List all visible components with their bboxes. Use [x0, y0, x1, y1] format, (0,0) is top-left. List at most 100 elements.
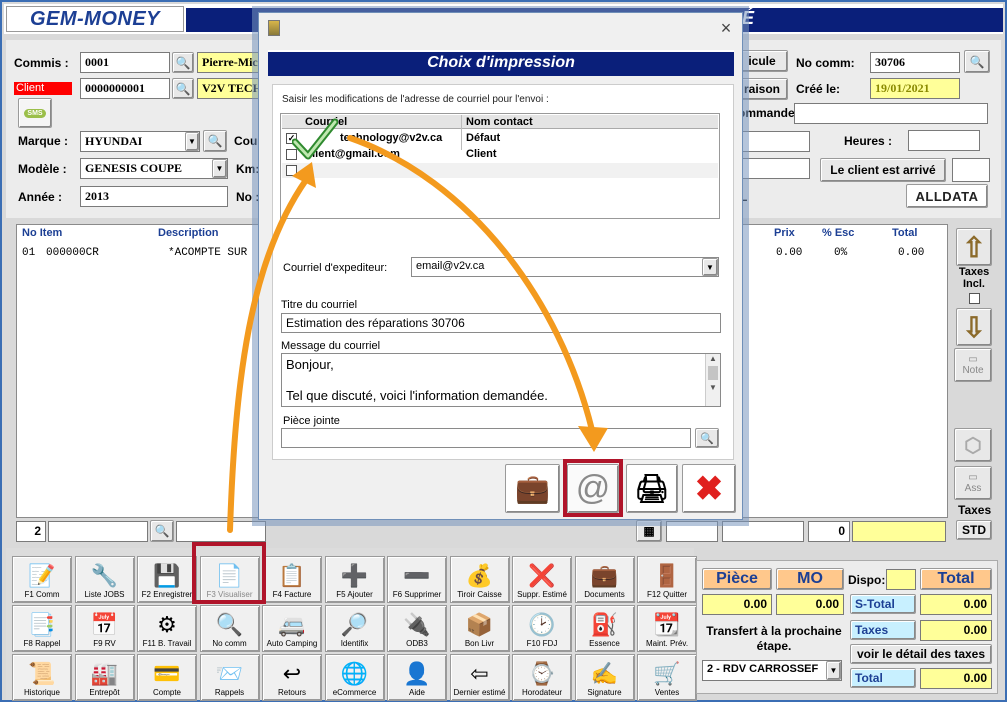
note-button[interactable]: ▭ Note	[954, 348, 992, 382]
toolbar-button-f4-facture[interactable]: 📋 F4 Facture	[262, 556, 322, 603]
toolbar-button-essence[interactable]: ⛽ Essence	[574, 605, 635, 652]
toolbar-button-f5-ajouter[interactable]: ➕ F5 Ajouter	[324, 556, 385, 603]
toolbar-button-f6-supprimer[interactable]: ➖ F6 Supprimer	[387, 556, 447, 603]
attachment-input[interactable]	[281, 428, 691, 448]
toolbar-button-tiroir-caisse[interactable]: 💰 Tiroir Caisse	[449, 556, 510, 603]
marque-select[interactable]: HYUNDAI	[80, 131, 200, 152]
move-up-button[interactable]: ⇧	[956, 228, 992, 266]
toolbar-button-f2-enregistrer[interactable]: 💾 F2 Enregistrer	[137, 556, 197, 603]
toolbar-button-liste-jobs[interactable]: 🔧 Liste JOBS	[74, 556, 135, 603]
modele-select[interactable]: GENESIS COUPE	[80, 158, 228, 179]
toolbar-button-ecommerce[interactable]: 🌐 eCommerce	[324, 654, 385, 701]
toolbar-button-aide[interactable]: 👤 Aide	[387, 654, 447, 701]
item-code-entry[interactable]	[48, 521, 148, 542]
heures-field[interactable]	[908, 130, 980, 151]
description-entry[interactable]	[176, 521, 266, 542]
toolbar-button-historique[interactable]: 📜 Historique	[12, 654, 72, 701]
toolbar-button-documents[interactable]: 💼 Documents	[574, 556, 635, 603]
toolbar-button-suppr-estim[interactable]: ❌ Suppr. Estimé	[512, 556, 572, 603]
toolbar-button-label: Suppr. Estimé	[517, 590, 567, 599]
toolbar-button-rappels[interactable]: 📨 Rappels	[199, 654, 260, 701]
col-total: Total	[892, 227, 918, 239]
etape-select[interactable]: 2 - RDV CARROSSEF	[702, 660, 842, 681]
commande-field[interactable]	[794, 103, 988, 124]
toolbar-button-f11-b-travail[interactable]: ⚙ F11 B. Travail	[137, 605, 197, 652]
attachment-browse-button[interactable]: 🔍	[695, 428, 719, 448]
toolbar-button-ventes[interactable]: 🛒 Ventes	[637, 654, 697, 701]
document-icon: ▭	[968, 472, 978, 483]
ass-button[interactable]: ▭ Ass	[954, 466, 992, 500]
coul-field[interactable]	[738, 131, 810, 152]
no-comm-search-button[interactable]: 🔍	[964, 50, 990, 73]
item-search-button[interactable]: 🔍	[150, 520, 174, 542]
tire-button[interactable]: ▦	[636, 520, 662, 542]
document-case-button[interactable]: 💼	[505, 464, 560, 513]
modele-label: Modèle :	[18, 162, 67, 176]
move-down-button[interactable]: ⇩	[956, 308, 992, 346]
commis-name-field: Pierre-Mic	[197, 52, 263, 73]
tire-icon: ▦	[643, 524, 655, 538]
toolbar-button-f1-comm[interactable]: 📝 F1 Comm	[12, 556, 72, 603]
subject-input[interactable]: Estimation des réparations 30706	[281, 313, 721, 333]
dialog-app-icon	[268, 20, 280, 36]
toolbar-button-identifix[interactable]: 🔎 Identifix	[324, 605, 385, 652]
km-field[interactable]	[738, 158, 810, 179]
toolbar-button-entrep-t[interactable]: 🏭 Entrepôt	[74, 654, 135, 701]
taxes-incl-checkbox[interactable]	[969, 293, 980, 304]
search-icon: 🔍	[700, 432, 714, 445]
commis-search-button[interactable]: 🔍	[172, 52, 194, 73]
back-arrow-icon: ⇦	[470, 660, 489, 686]
marque-search-button[interactable]: 🔍	[203, 130, 227, 152]
toolbar-button-f10-fdj[interactable]: 🕑 F10 FDJ	[512, 605, 572, 652]
toolbar-button-no-comm[interactable]: 🔍 No comm	[199, 605, 260, 652]
toolbar-button-f9-rv[interactable]: 📅 F9 RV	[74, 605, 135, 652]
client-search-button[interactable]: 🔍	[172, 78, 194, 99]
cash-drawer-icon: 💰	[465, 562, 494, 588]
email-checkbox[interactable]	[286, 165, 297, 176]
message-textarea[interactable]: Bonjour, Tel que discuté, voici l'inform…	[281, 353, 721, 407]
hex-button[interactable]: ⬡	[954, 428, 992, 462]
email-row[interactable]	[282, 163, 718, 178]
esc-entry[interactable]	[722, 521, 804, 542]
email-row[interactable]: ✓ technology@v2v.ca Défaut	[282, 131, 718, 146]
toolbar-button-horodateur[interactable]: ⌚ Horodateur	[512, 654, 572, 701]
toolbar-button-maint-pr-v[interactable]: 📆 Maint. Prév.	[637, 605, 697, 652]
toolbar-button-f12-quitter[interactable]: 🚪 F12 Quitter	[637, 556, 697, 603]
toolbar-button-retours[interactable]: ↩ Retours	[262, 654, 322, 701]
alldata-button[interactable]: ALLDATA	[906, 184, 988, 208]
toolbar-button-signature[interactable]: ✍ Signature	[574, 654, 635, 701]
sender-select[interactable]: email@v2v.ca	[411, 257, 719, 277]
dialog-close-button[interactable]: ×	[716, 18, 736, 38]
commis-code-field[interactable]: 0001	[80, 52, 170, 73]
toolbar-button-compte[interactable]: 💳 Compte	[137, 654, 197, 701]
livraison-button[interactable]: raison	[736, 78, 788, 100]
std-button[interactable]: STD	[956, 520, 992, 540]
scroll-thumb[interactable]	[708, 366, 718, 380]
toolbar-button-f8-rappel[interactable]: 📑 F8 Rappel	[12, 605, 72, 652]
magnifier-icon: 🔍	[215, 611, 244, 637]
no-comm-field[interactable]: 30706	[870, 52, 960, 73]
detail-taxes-button[interactable]: voir le détail des taxes	[850, 644, 992, 664]
vehicule-button[interactable]: icule	[736, 50, 788, 72]
modele-dropdown-button[interactable]: ▼	[212, 159, 227, 178]
toolbar-button-dernier-estim[interactable]: ⇦ Dernier estimé	[449, 654, 510, 701]
marque-dropdown-button[interactable]: ▼	[185, 132, 199, 151]
sms-button[interactable]: SMS	[18, 98, 52, 128]
email-row[interactable]: client@gmail.com Client	[282, 147, 718, 162]
qty-field[interactable]: 2	[16, 521, 46, 542]
print-button[interactable]: 🖨	[626, 464, 678, 513]
sender-dropdown-button[interactable]: ▼	[702, 258, 718, 276]
annee-field[interactable]: 2013	[80, 186, 228, 207]
toolbar-button-auto-camping[interactable]: 🚐 Auto Camping	[262, 605, 322, 652]
send-email-button[interactable]: @	[567, 464, 619, 513]
etape-dropdown-button[interactable]: ▼	[826, 661, 841, 680]
arrive-time-field[interactable]	[952, 158, 990, 182]
client-arrive-button[interactable]: Le client est arrivé	[820, 158, 946, 182]
cancel-button[interactable]: ✖	[682, 464, 736, 513]
toolbar-button-odb3[interactable]: 🔌 ODB3	[387, 605, 447, 652]
toolbar-button-bon-livr[interactable]: 📦 Bon Livr	[449, 605, 510, 652]
prix-entry[interactable]	[666, 521, 718, 542]
message-scrollbar[interactable]: ▲ ▼	[705, 354, 720, 406]
client-code-field[interactable]: 0000000001	[80, 78, 170, 99]
zero-entry[interactable]: 0	[808, 521, 850, 542]
